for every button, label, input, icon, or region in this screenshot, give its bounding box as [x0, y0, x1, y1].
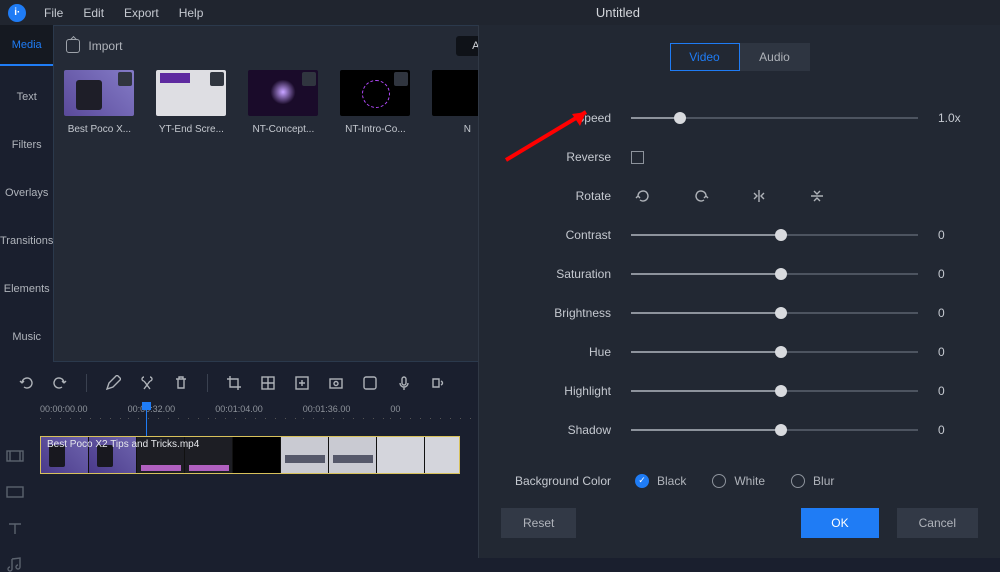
shadow-slider[interactable] — [631, 429, 918, 431]
mosaic-icon[interactable] — [260, 375, 276, 391]
thumb-label: Best Poco X... — [60, 124, 138, 135]
audio-track-icon — [6, 556, 24, 572]
menu-file[interactable]: File — [34, 6, 73, 20]
media-thumb[interactable]: YT-End Scre... — [156, 70, 226, 135]
media-gallery: Import All Best Poco X... YT-End Scre...… — [53, 25, 513, 362]
thumbnail-image — [248, 70, 318, 116]
sidebar-item-filters[interactable]: Filters — [0, 121, 53, 169]
brightness-slider[interactable] — [631, 312, 918, 314]
thumbnail-image — [156, 70, 226, 116]
thumb-label: NT-Concept... — [244, 124, 322, 135]
video-track-icon — [6, 448, 24, 464]
contrast-slider[interactable] — [631, 234, 918, 236]
bg-black-radio[interactable]: Black — [635, 474, 686, 488]
clip-name: Best Poco X2 Tips and Tricks.mp4 — [47, 439, 199, 450]
sidebar-item-text[interactable]: Text — [0, 73, 53, 121]
track-icons — [6, 448, 24, 572]
bgcolor-label: Background Color — [501, 474, 631, 488]
media-thumb[interactable]: Best Poco X... — [64, 70, 134, 135]
shadow-label: Shadow — [501, 423, 631, 437]
sidebar-item-transitions[interactable]: Transitions — [0, 217, 53, 265]
capture-icon[interactable] — [328, 375, 344, 391]
saturation-value: 0 — [938, 267, 978, 281]
brightness-label: Brightness — [501, 306, 631, 320]
contrast-value: 0 — [938, 228, 978, 242]
ruler[interactable]: 00:00:00.00 00:00:32.00 00:01:04.00 00:0… — [0, 404, 478, 424]
thumbnail-image — [64, 70, 134, 116]
reset-button[interactable]: Reset — [501, 508, 576, 538]
mic-icon[interactable] — [396, 375, 412, 391]
reverse-label: Reverse — [501, 150, 631, 164]
sidebar-item-music[interactable]: Music — [0, 313, 53, 361]
tab-audio[interactable]: Audio — [740, 43, 810, 71]
edit-icon[interactable] — [105, 375, 121, 391]
rotate-cw-icon[interactable] — [693, 188, 709, 204]
bg-white-radio[interactable]: White — [712, 474, 765, 488]
timeline-toolbar — [0, 362, 478, 404]
speed-label: Speed — [501, 111, 631, 125]
hue-label: Hue — [501, 345, 631, 359]
ruler-mark: 00:01:04.00 — [215, 404, 303, 424]
ruler-mark: 00:00:32.00 — [128, 404, 216, 424]
reverse-checkbox[interactable] — [631, 151, 644, 164]
ruler-mark: 00:00:00.00 — [40, 404, 128, 424]
shadow-value: 0 — [938, 423, 978, 437]
contrast-label: Contrast — [501, 228, 631, 242]
speed-value: 1.0x — [938, 111, 978, 125]
timeline[interactable]: 00:00:00.00 00:00:32.00 00:01:04.00 00:0… — [0, 404, 478, 474]
add-icon[interactable] — [294, 375, 310, 391]
document-title: Untitled — [300, 5, 700, 20]
radio-label: Black — [657, 474, 686, 488]
flip-vertical-icon[interactable] — [809, 188, 825, 204]
menu-help[interactable]: Help — [169, 6, 214, 20]
sidebar-item-overlays[interactable]: Overlays — [0, 169, 53, 217]
tts-icon[interactable] — [430, 375, 446, 391]
menu-export[interactable]: Export — [114, 6, 169, 20]
brightness-value: 0 — [938, 306, 978, 320]
library-sidebar: Media Text Filters Overlays Transitions … — [0, 25, 53, 362]
sidebar-item-media[interactable]: Media — [0, 25, 53, 66]
ruler-mark: 00 — [390, 404, 478, 424]
overlay-track-icon — [6, 484, 24, 500]
text-track-icon — [6, 520, 24, 536]
hue-value: 0 — [938, 345, 978, 359]
ok-button[interactable]: OK — [801, 508, 878, 538]
thumbnail-image — [340, 70, 410, 116]
radio-label: White — [734, 474, 765, 488]
highlight-slider[interactable] — [631, 390, 918, 392]
tab-video[interactable]: Video — [670, 43, 740, 71]
zoom-icon[interactable] — [362, 375, 378, 391]
media-thumb[interactable]: NT-Intro-Co... — [340, 70, 410, 135]
delete-icon[interactable] — [173, 375, 189, 391]
rotate-ccw-icon[interactable] — [635, 188, 651, 204]
ruler-mark: 00:01:36.00 — [303, 404, 391, 424]
saturation-label: Saturation — [501, 267, 631, 281]
saturation-slider[interactable] — [631, 273, 918, 275]
speed-slider[interactable] — [631, 117, 918, 119]
sidebar-item-elements[interactable]: Elements — [0, 265, 53, 313]
menu-edit[interactable]: Edit — [73, 6, 114, 20]
split-icon[interactable] — [139, 375, 155, 391]
cancel-button[interactable]: Cancel — [897, 508, 978, 538]
import-icon[interactable] — [66, 39, 80, 53]
properties-panel: Video Audio Speed 1.0x Reverse Rotate Co… — [478, 25, 1000, 558]
thumb-label: NT-Intro-Co... — [336, 124, 414, 135]
bg-blur-radio[interactable]: Blur — [791, 474, 834, 488]
flip-horizontal-icon[interactable] — [751, 188, 767, 204]
highlight-value: 0 — [938, 384, 978, 398]
app-icon: i∙ — [8, 4, 26, 22]
thumb-label: YT-End Scre... — [152, 124, 230, 135]
import-button[interactable]: Import — [88, 39, 122, 53]
redo-icon[interactable] — [52, 375, 68, 391]
highlight-label: Highlight — [501, 384, 631, 398]
media-thumb[interactable]: NT-Concept... — [248, 70, 318, 135]
left-panel: Media Text Filters Overlays Transitions … — [0, 25, 478, 558]
crop-icon[interactable] — [226, 375, 242, 391]
hue-slider[interactable] — [631, 351, 918, 353]
video-clip[interactable]: Best Poco X2 Tips and Tricks.mp4 — [40, 436, 460, 474]
menu-bar: i∙ File Edit Export Help Untitled — [0, 0, 1000, 25]
rotate-label: Rotate — [501, 189, 631, 203]
radio-label: Blur — [813, 474, 834, 488]
undo-icon[interactable] — [18, 375, 34, 391]
